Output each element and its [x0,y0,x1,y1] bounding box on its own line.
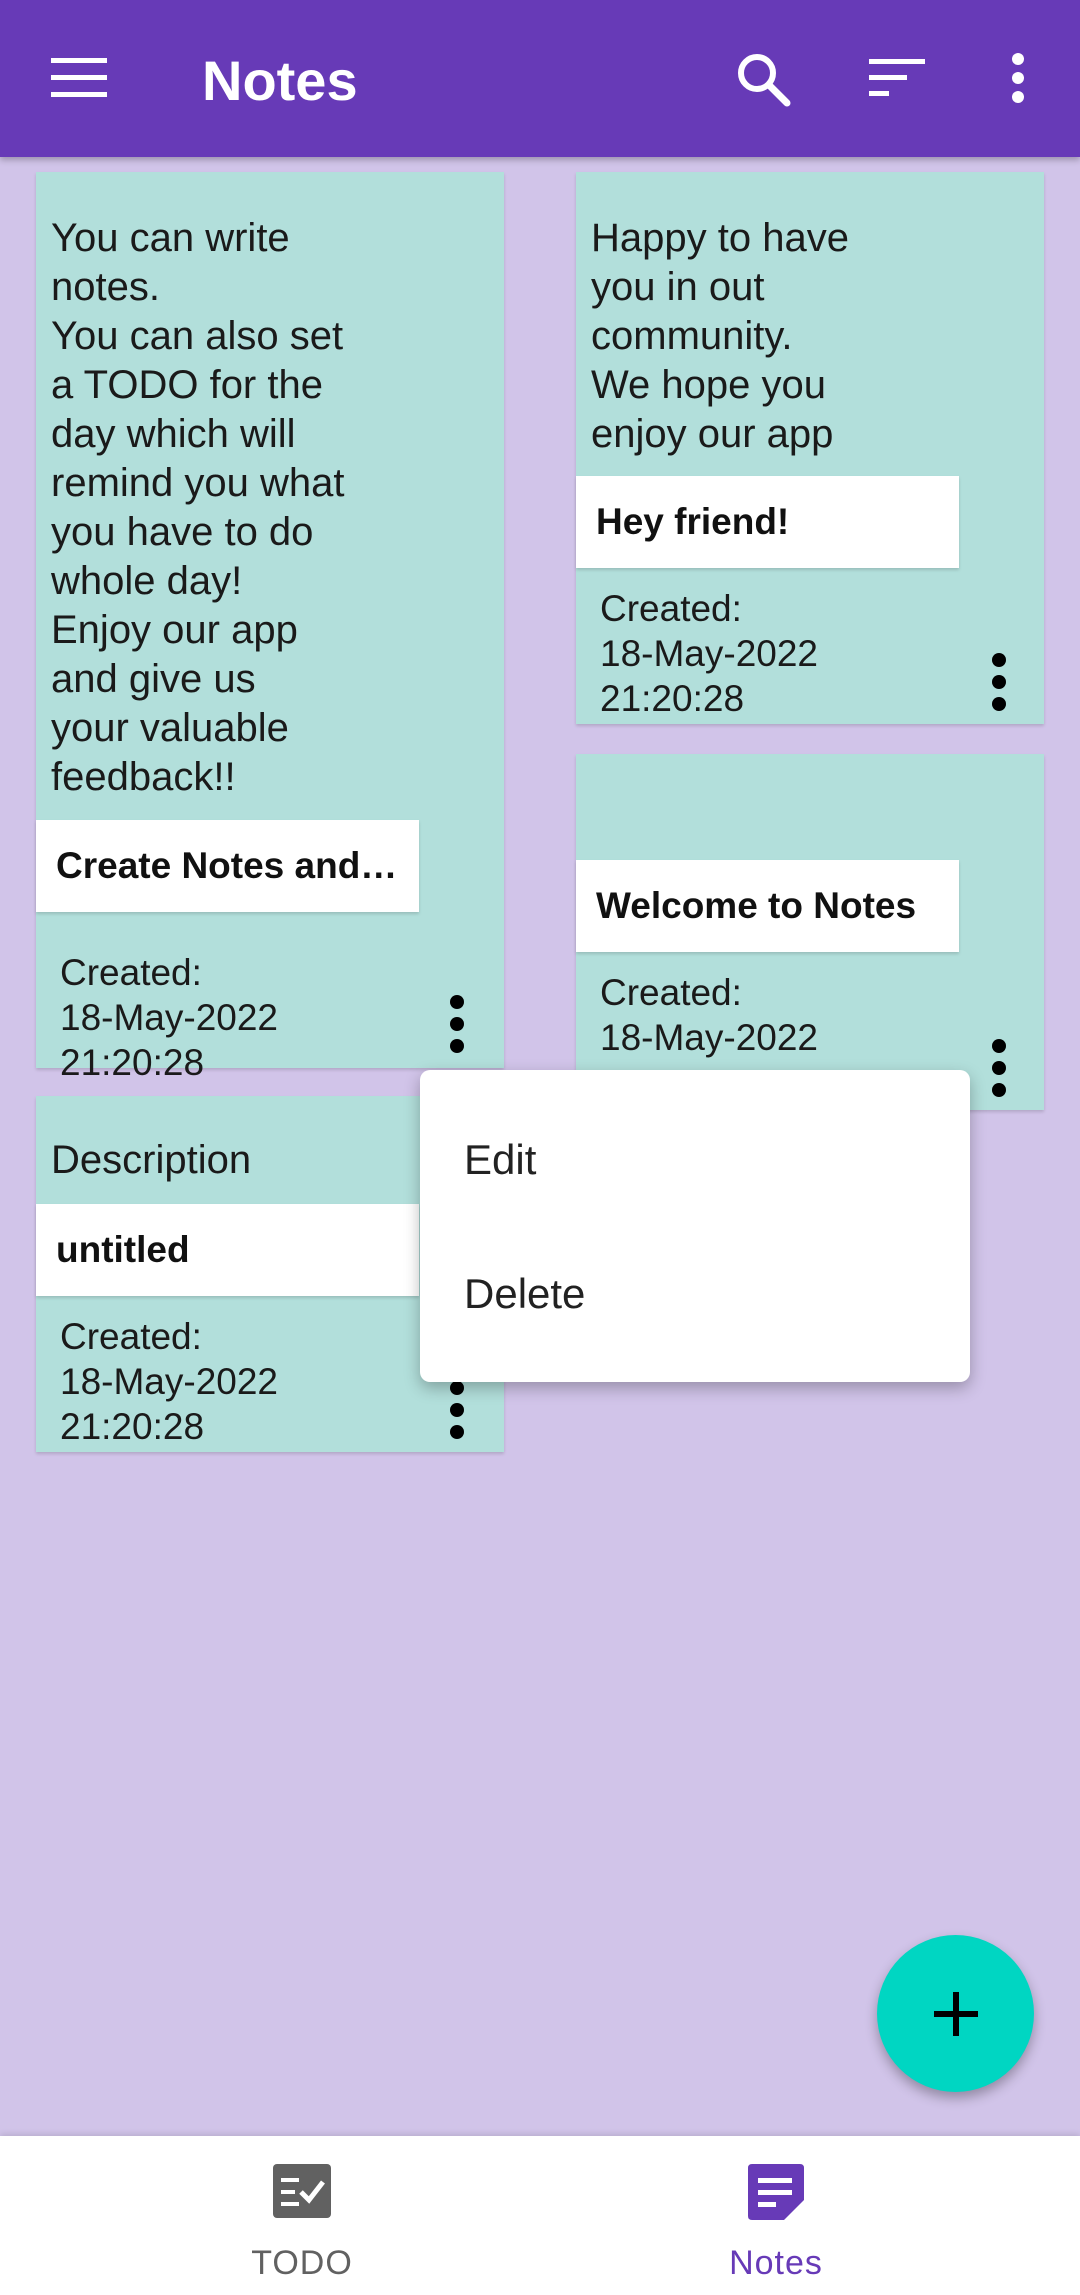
note-title: Hey friend! [576,476,959,568]
nav-label-notes: Notes [729,2244,823,2282]
add-note-button[interactable] [877,1935,1034,2092]
note-more-icon[interactable] [448,994,466,1059]
note-created-label: Created: [600,972,742,1013]
note-more-icon[interactable] [990,1038,1008,1103]
note-created-label: Created: [600,588,742,629]
note-description: You can write notes. You can also set a … [51,216,345,799]
todo-checklist-icon [273,2164,331,2223]
menu-item-delete[interactable]: Delete [464,1270,585,1318]
note-created-time: 21:20:28 [60,1042,205,1083]
note-context-menu: Edit Delete [420,1070,970,1382]
menu-item-edit[interactable]: Edit [464,1136,536,1184]
note-card[interactable]: Welcome to Notes Created: 18-May-2022 [576,754,1044,1110]
note-description: Happy to have you in out community. We h… [591,216,849,456]
plus-icon [933,1991,978,2036]
menu-icon[interactable] [44,48,114,108]
note-created-time: 21:20:28 [600,678,745,719]
nav-label-todo: TODO [251,2244,353,2282]
page-title: Notes [202,49,358,112]
note-title: Create Notes and… [36,820,419,912]
note-created-date: 18-May-2022 [60,1361,279,1402]
note-created-date: 18-May-2022 [60,997,279,1038]
search-icon[interactable] [728,46,798,111]
note-card[interactable]: Happy to have you in out community. We h… [576,172,1044,724]
app-bar: Notes [0,0,1080,157]
note-title: Welcome to Notes [576,860,959,952]
note-created-date: 18-May-2022 [600,633,819,674]
note-created-label: Created: [60,952,202,993]
note-more-icon[interactable] [448,1380,466,1445]
note-created-label: Created: [60,1316,202,1357]
bottom-navigation: TODO Notes [0,2136,1080,2295]
note-card[interactable]: You can write notes. You can also set a … [36,172,504,1083]
note-description: Description [51,1138,252,1182]
overflow-menu-icon[interactable] [996,44,1040,112]
note-created-time: 21:20:28 [60,1406,205,1447]
note-created-date: 18-May-2022 [600,1017,819,1058]
note-title: untitled [36,1204,419,1296]
nav-item-notes[interactable]: Notes [506,2136,1046,2295]
nav-item-todo[interactable]: TODO [32,2136,572,2295]
note-more-icon[interactable] [990,652,1008,717]
notes-icon [748,2164,804,2225]
sort-icon[interactable] [862,50,932,106]
